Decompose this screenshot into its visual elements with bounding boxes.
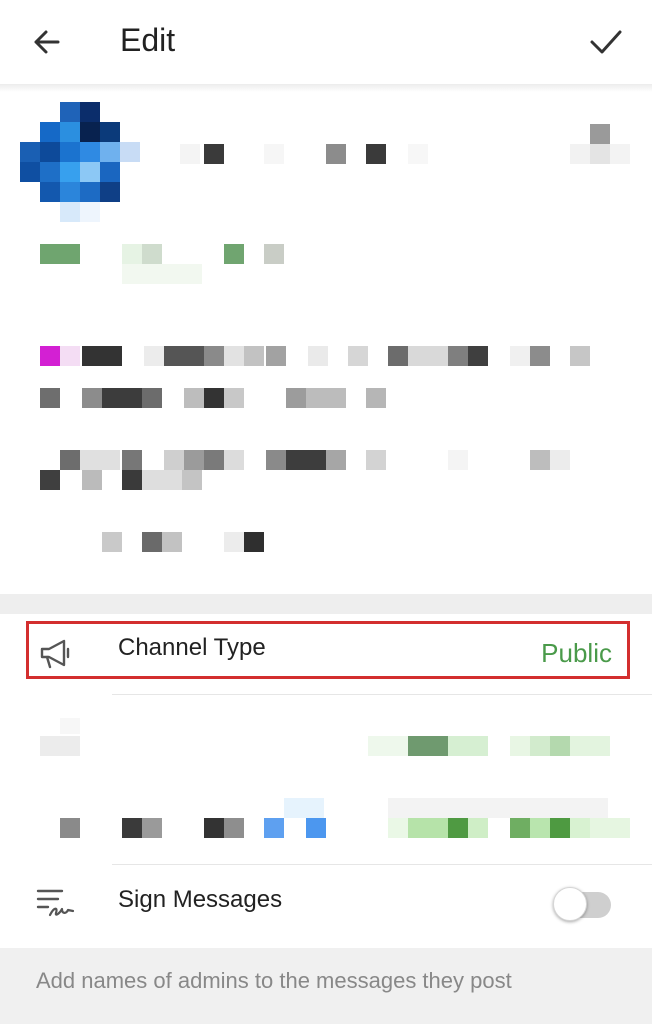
page-title: Edit — [120, 22, 176, 58]
signature-icon — [36, 886, 76, 925]
sign-messages-toggle-knob[interactable] — [553, 887, 587, 921]
row-divider — [112, 694, 652, 695]
sign-messages-label: Sign Messages — [118, 886, 283, 913]
section-separator — [0, 594, 652, 614]
footer-hint: Add names of admins to the messages they… — [0, 948, 652, 1024]
redacted-row-2[interactable] — [40, 798, 640, 848]
row-divider — [112, 864, 652, 865]
channel-description[interactable] — [40, 346, 640, 556]
sign-messages-hint: Add names of admins to the messages they… — [36, 968, 512, 993]
redacted-link-row — [40, 244, 640, 284]
redacted-row-1[interactable] — [40, 714, 640, 764]
channel-type-highlight — [26, 621, 630, 679]
check-icon[interactable] — [586, 24, 626, 60]
app-bar-shadow — [0, 84, 652, 92]
app-bar: Edit — [0, 0, 652, 84]
channel-avatar[interactable] — [20, 102, 144, 226]
channel-name-field[interactable] — [160, 124, 640, 170]
arrow-back-icon[interactable] — [28, 24, 64, 60]
